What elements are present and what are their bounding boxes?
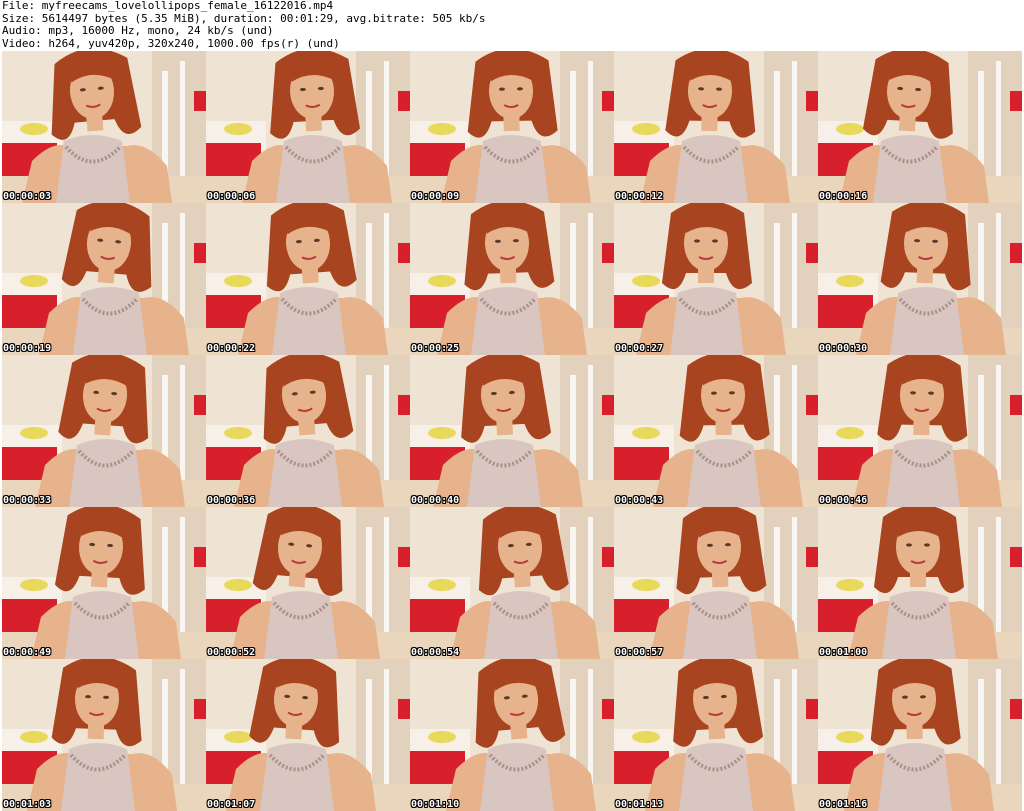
frame-timestamp: 00:00:40 [411, 495, 460, 506]
frame-timestamp: 00:00:30 [819, 343, 868, 354]
frame-timestamp: 00:00:46 [819, 495, 868, 506]
frame-image [410, 355, 614, 507]
frame-timestamp: 00:00:52 [207, 647, 256, 658]
video-frame-thumbnail: 00:01:00 [818, 507, 1022, 659]
frame-timestamp: 00:00:27 [615, 343, 664, 354]
frame-image [818, 507, 1022, 659]
frame-image [818, 203, 1022, 355]
frame-timestamp: 00:00:12 [615, 191, 664, 202]
frame-image [614, 203, 818, 355]
video-frame-thumbnail: 00:01:16 [818, 659, 1022, 811]
frame-image [614, 51, 818, 203]
frame-timestamp: 00:00:43 [615, 495, 664, 506]
frame-timestamp: 00:01:07 [207, 799, 256, 810]
video-info-line: Video: h264, yuv420p, 320x240, 1000.00 f… [2, 36, 340, 50]
frame-image [818, 355, 1022, 507]
video-frame-thumbnail: 00:00:25 [410, 203, 614, 355]
video-frame-thumbnail: 00:00:30 [818, 203, 1022, 355]
video-frame-thumbnail: 00:00:43 [614, 355, 818, 507]
frame-timestamp: 00:01:13 [615, 799, 664, 810]
frame-image [206, 507, 410, 659]
frame-image [818, 659, 1022, 811]
video-frame-thumbnail: 00:00:54 [410, 507, 614, 659]
frame-timestamp: 00:00:49 [3, 647, 52, 658]
frame-timestamp: 00:01:10 [411, 799, 460, 810]
video-frame-thumbnail: 00:00:40 [410, 355, 614, 507]
frame-timestamp: 00:00:09 [411, 191, 460, 202]
audio-info-line: Audio: mp3, 16000 Hz, mono, 24 kb/s (und… [2, 24, 274, 37]
video-frame-thumbnail: 00:00:12 [614, 51, 818, 203]
video-frame-thumbnail: 00:00:57 [614, 507, 818, 659]
frame-timestamp: 00:01:00 [819, 647, 868, 658]
thumbnail-grid: 00:00:03 00:00:06 00:00:09 00:00:12 00:0… [2, 51, 1022, 811]
frame-timestamp: 00:00:03 [3, 191, 52, 202]
frame-timestamp: 00:00:33 [3, 495, 52, 506]
frame-image [2, 51, 206, 203]
video-frame-thumbnail: 00:00:06 [206, 51, 410, 203]
frame-image [206, 51, 410, 203]
video-frame-thumbnail: 00:00:03 [2, 51, 206, 203]
frame-image [206, 355, 410, 507]
frame-image [818, 51, 1022, 203]
frame-timestamp: 00:00:36 [207, 495, 256, 506]
video-frame-thumbnail: 00:00:22 [206, 203, 410, 355]
video-frame-thumbnail: 00:00:27 [614, 203, 818, 355]
frame-image [614, 355, 818, 507]
frame-timestamp: 00:00:06 [207, 191, 256, 202]
frame-image [410, 203, 614, 355]
frame-image [2, 659, 206, 811]
frame-timestamp: 00:01:16 [819, 799, 868, 810]
file-name-line: File: myfreecams_lovelollipops_female_16… [2, 0, 334, 12]
frame-timestamp: 00:00:57 [615, 647, 664, 658]
video-frame-thumbnail: 00:00:49 [2, 507, 206, 659]
frame-image [2, 507, 206, 659]
frame-image [614, 507, 818, 659]
video-frame-thumbnail: 00:01:13 [614, 659, 818, 811]
frame-image [206, 659, 410, 811]
frame-timestamp: 00:00:16 [819, 191, 868, 202]
video-frame-thumbnail: 00:01:10 [410, 659, 614, 811]
frame-timestamp: 00:00:25 [411, 343, 460, 354]
frame-timestamp: 00:00:54 [411, 647, 460, 658]
frame-image [2, 203, 206, 355]
frame-image [2, 355, 206, 507]
frame-timestamp: 00:01:03 [3, 799, 52, 810]
video-frame-thumbnail: 00:00:33 [2, 355, 206, 507]
video-frame-thumbnail: 00:01:07 [206, 659, 410, 811]
frame-image [410, 659, 614, 811]
frame-timestamp: 00:00:22 [207, 343, 256, 354]
video-frame-thumbnail: 00:00:46 [818, 355, 1022, 507]
video-frame-thumbnail: 00:00:09 [410, 51, 614, 203]
video-frame-thumbnail: 00:00:52 [206, 507, 410, 659]
video-frame-thumbnail: 00:01:03 [2, 659, 206, 811]
file-info-header: File: myfreecams_lovelollipops_female_16… [2, 0, 1022, 50]
frame-image [410, 51, 614, 203]
frame-timestamp: 00:00:19 [3, 343, 52, 354]
video-frame-thumbnail: 00:00:16 [818, 51, 1022, 203]
video-frame-thumbnail: 00:00:19 [2, 203, 206, 355]
frame-image [410, 507, 614, 659]
video-frame-thumbnail: 00:00:36 [206, 355, 410, 507]
frame-image [614, 659, 818, 811]
frame-image [206, 203, 410, 355]
